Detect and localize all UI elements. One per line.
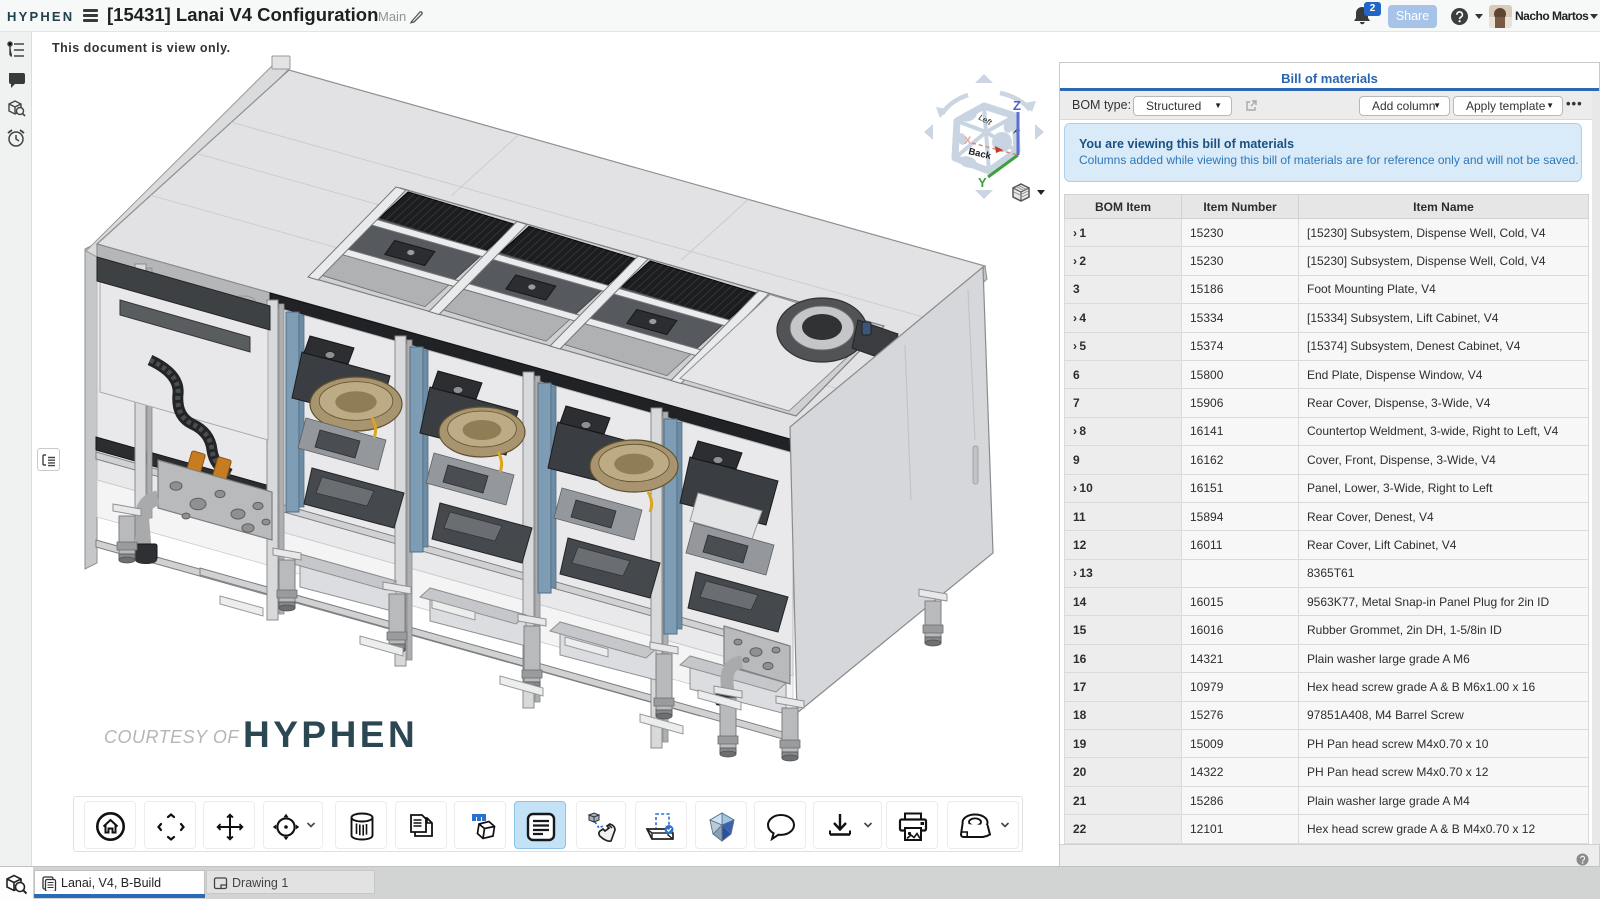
svg-text:X: X [964, 135, 972, 147]
svg-text:Y: Y [978, 175, 987, 190]
svg-text:Z: Z [1013, 98, 1021, 113]
